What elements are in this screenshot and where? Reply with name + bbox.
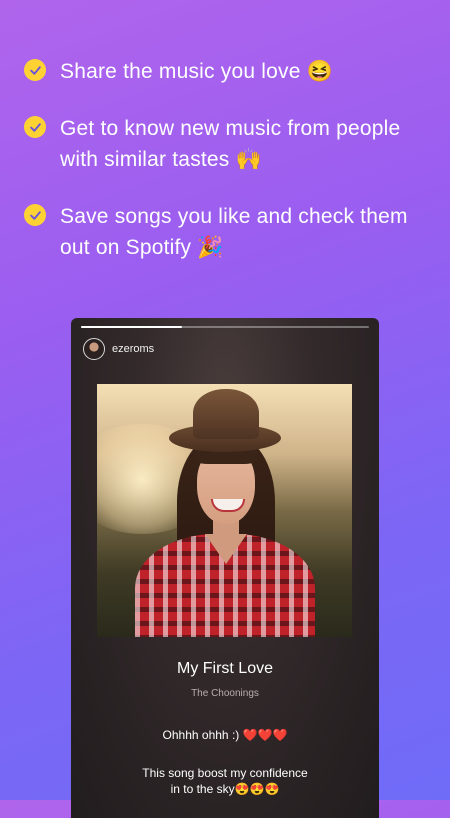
story-user[interactable]: ezeroms — [83, 338, 154, 360]
comment-text: This song boost my confidence in to the … — [142, 766, 308, 796]
story-preview[interactable]: ezeroms My First Love The Choonings Ohhh… — [71, 318, 379, 818]
artwork-hat-crown — [193, 389, 259, 439]
checkmark-icon — [24, 204, 46, 226]
song-artist: The Choonings — [191, 688, 259, 699]
feature-text: Get to know new music from people with s… — [60, 117, 401, 171]
checkmark-icon — [24, 59, 46, 81]
feature-share: Share the music you love 😆 — [24, 56, 434, 87]
song-title: My First Love — [176, 660, 273, 677]
comment-text: Ohhhh ohhh :) ❤️❤️❤️ — [162, 728, 288, 742]
story-progress-bar — [81, 326, 369, 328]
username[interactable]: ezeroms — [112, 343, 154, 355]
feature-discover: Get to know new music from people with s… — [24, 113, 434, 175]
feature-text: Save songs you like and check them out o… — [60, 205, 408, 259]
album-artwork[interactable] — [97, 384, 352, 637]
feature-list: Share the music you love 😆 Get to know n… — [24, 56, 434, 289]
avatar[interactable] — [83, 338, 105, 360]
feature-text: Share the music you love 😆 — [60, 60, 333, 83]
checkmark-icon — [24, 116, 46, 138]
story-progress-fill — [81, 326, 182, 328]
feature-save: Save songs you like and check them out o… — [24, 201, 434, 263]
